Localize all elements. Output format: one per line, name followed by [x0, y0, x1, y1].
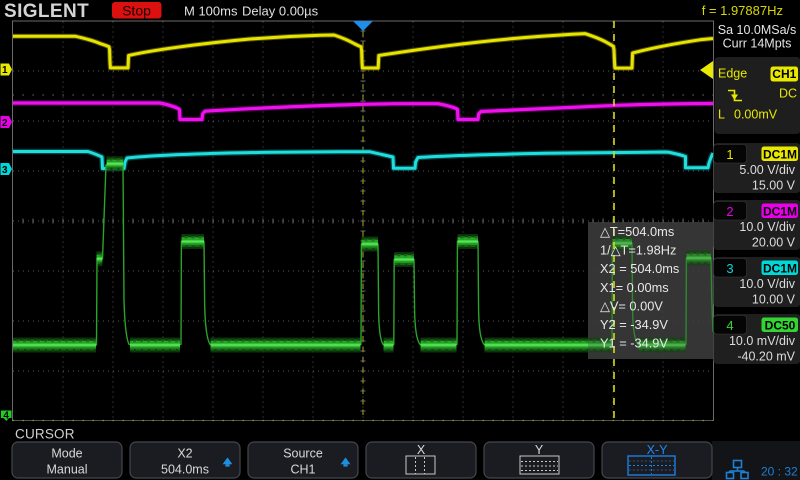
- svg-text:1: 1: [726, 147, 733, 162]
- svg-text:Manual: Manual: [47, 463, 88, 477]
- svg-text:Mode: Mode: [51, 447, 82, 461]
- svg-text:CURSOR: CURSOR: [15, 427, 75, 442]
- svg-text:△T=504.0ms: △T=504.0ms: [600, 224, 674, 239]
- svg-text:CH1: CH1: [290, 463, 315, 477]
- svg-text:SIGLENT: SIGLENT: [4, 1, 89, 22]
- svg-text:X: X: [417, 443, 426, 457]
- svg-text:Y1 = -34.9V: Y1 = -34.9V: [600, 336, 668, 351]
- svg-text:15.00 V: 15.00 V: [752, 179, 796, 193]
- svg-text:X1= 0.00ms: X1= 0.00ms: [600, 280, 669, 295]
- svg-text:DC50: DC50: [765, 319, 796, 333]
- svg-text:X2 = 504.0ms: X2 = 504.0ms: [600, 261, 679, 276]
- svg-text:DC: DC: [779, 87, 797, 101]
- svg-text:1: 1: [2, 65, 8, 76]
- svg-text:△V= 0.00V: △V= 0.00V: [600, 298, 663, 313]
- svg-text:4: 4: [3, 411, 9, 422]
- svg-text:L: L: [718, 108, 725, 122]
- svg-text:10.0 V/div: 10.0 V/div: [739, 277, 795, 291]
- svg-text:Y2 = -34.9V: Y2 = -34.9V: [600, 317, 668, 332]
- svg-text:Stop: Stop: [122, 3, 151, 19]
- svg-text:20 : 32: 20 : 32: [761, 465, 798, 479]
- svg-text:2: 2: [2, 118, 8, 129]
- svg-text:0.00mV: 0.00mV: [734, 108, 778, 122]
- svg-text:X-Y: X-Y: [647, 443, 669, 457]
- svg-text:DC1M: DC1M: [763, 262, 797, 276]
- svg-text:X2: X2: [177, 447, 192, 461]
- svg-text:Curr 14Mpts: Curr 14Mpts: [723, 37, 792, 51]
- svg-text:M 100ms: M 100ms: [184, 4, 238, 19]
- svg-text:f = 1.97887Hz: f = 1.97887Hz: [702, 3, 783, 18]
- svg-text:10.0 mV/div: 10.0 mV/div: [729, 334, 796, 348]
- svg-text:4: 4: [726, 318, 733, 333]
- svg-text:10.0 V/div: 10.0 V/div: [739, 220, 795, 234]
- svg-text:1/△T=1.98Hz: 1/△T=1.98Hz: [600, 243, 676, 258]
- svg-text:2: 2: [726, 204, 733, 219]
- svg-text:3: 3: [2, 165, 8, 176]
- svg-text:Source: Source: [283, 447, 323, 461]
- svg-text:10.00 V: 10.00 V: [752, 293, 796, 307]
- svg-text:Sa 10.0MSa/s: Sa 10.0MSa/s: [718, 23, 797, 37]
- svg-text:20.00 V: 20.00 V: [752, 236, 796, 250]
- svg-text:5.00 V/div: 5.00 V/div: [739, 163, 795, 177]
- svg-text:DC1M: DC1M: [763, 205, 797, 219]
- svg-text:3: 3: [726, 261, 733, 276]
- svg-text:Y: Y: [535, 443, 544, 457]
- svg-text:Delay 0.00µs: Delay 0.00µs: [242, 4, 319, 19]
- svg-text:504.0ms: 504.0ms: [161, 463, 209, 477]
- svg-text:CH1: CH1: [772, 67, 796, 81]
- svg-text:-40.20 mV: -40.20 mV: [737, 350, 795, 364]
- svg-text:DC1M: DC1M: [763, 148, 797, 162]
- svg-text:Edge: Edge: [718, 67, 747, 81]
